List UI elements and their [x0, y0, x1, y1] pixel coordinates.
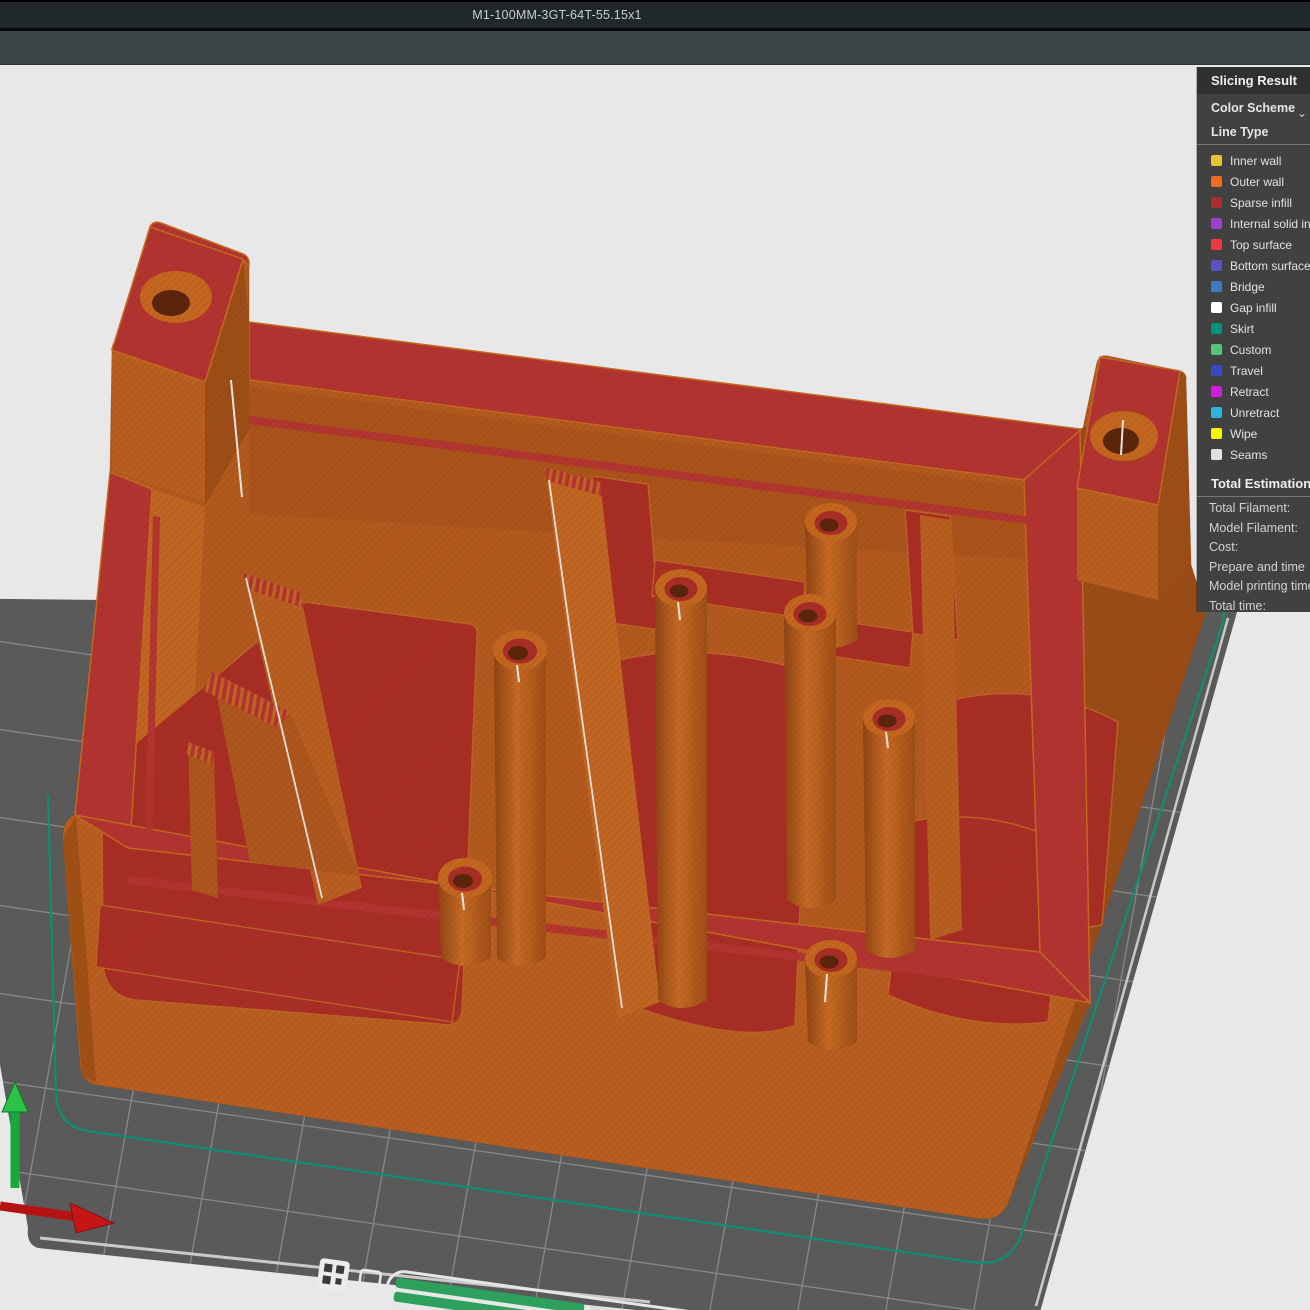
- legend-label: Top surface: [1230, 238, 1292, 252]
- legend-swatch-bridge: [1211, 281, 1222, 292]
- legend-row-internal-solid-infill: Internal solid infill: [1197, 213, 1310, 234]
- legend-label: Inner wall: [1230, 154, 1281, 168]
- slicer-app: { "window": { "title": "M1-100MM-3GT-64T…: [0, 0, 1310, 1310]
- estimation-row-total-filament-: Total Filament:: [1197, 499, 1310, 519]
- legend-swatch-bottom-surface: [1211, 260, 1222, 271]
- legend-swatch-retract: [1211, 386, 1222, 397]
- legend-row-gap-infill: Gap infill: [1197, 297, 1310, 318]
- legend-row-travel: Travel: [1197, 360, 1310, 381]
- legend-label: Skirt: [1230, 322, 1254, 336]
- sliced-model[interactable]: [63, 222, 1206, 1219]
- legend-label: Internal solid infill: [1230, 217, 1310, 231]
- legend-label: Outer wall: [1230, 175, 1284, 189]
- legend-row-skirt: Skirt: [1197, 318, 1310, 339]
- legend-swatch-inner-wall: [1211, 155, 1222, 166]
- window-title: M1-100MM-3GT-64T-55.15x1: [0, 2, 1114, 30]
- estimation-row-total-time-: Total time:: [1197, 597, 1310, 617]
- estimation-row-prepare-and-time: Prepare and time: [1197, 558, 1310, 578]
- legend-swatch-outer-wall: [1211, 176, 1222, 187]
- legend-row-bottom-surface: Bottom surface: [1197, 255, 1310, 276]
- line-type-label: Line Type: [1197, 120, 1310, 143]
- legend-label: Unretract: [1230, 406, 1279, 420]
- legend-row-seams: Seams: [1197, 444, 1310, 465]
- legend-label: Custom: [1230, 343, 1271, 357]
- legend-label: Gap infill: [1230, 301, 1277, 315]
- total-estimation-label: Total Estimation: [1197, 467, 1310, 495]
- legend-label: Sparse infill: [1230, 196, 1292, 210]
- legend-label: Wipe: [1230, 427, 1257, 441]
- legend-swatch-travel: [1211, 365, 1222, 376]
- title-bar: M1-100MM-3GT-64T-55.15x1: [0, 0, 1310, 28]
- color-scheme-dropdown[interactable]: Color Scheme ⌄: [1197, 94, 1310, 120]
- legend-row-inner-wall: Inner wall: [1197, 150, 1310, 171]
- legend-row-wipe: Wipe: [1197, 423, 1310, 444]
- plate-qr-icon: [316, 1258, 350, 1292]
- legend-row-outer-wall: Outer wall: [1197, 171, 1310, 192]
- legend-label: Seams: [1230, 448, 1267, 462]
- estimation-row-cost-: Cost:: [1197, 538, 1310, 558]
- legend-row-top-surface: Top surface: [1197, 234, 1310, 255]
- legend-label: Travel: [1230, 364, 1263, 378]
- legend-swatch-sparse-infill: [1211, 197, 1222, 208]
- legend-swatch-unretract: [1211, 407, 1222, 418]
- legend-row-sparse-infill: Sparse infill: [1197, 192, 1310, 213]
- legend-swatch-wipe: [1211, 428, 1222, 439]
- legend-swatch-top-surface: [1211, 239, 1222, 250]
- divider: [1197, 144, 1310, 145]
- scene-canvas: [0, 65, 1310, 1310]
- legend-swatch-gap-infill: [1211, 302, 1222, 313]
- estimation-list: Total Filament:Model Filament:Cost:Prepa…: [1197, 499, 1310, 616]
- divider: [1197, 496, 1310, 497]
- legend-row-retract: Retract: [1197, 381, 1310, 402]
- legend-row-custom: Custom: [1197, 339, 1310, 360]
- legend-swatch-seams: [1211, 449, 1222, 460]
- panel-title: Slicing Result: [1197, 67, 1310, 94]
- legend-swatch-skirt: [1211, 323, 1222, 334]
- legend-label: Retract: [1230, 385, 1269, 399]
- legend-row-unretract: Unretract: [1197, 402, 1310, 423]
- legend-row-bridge: Bridge: [1197, 276, 1310, 297]
- toolbar: [0, 31, 1310, 65]
- legend-swatch-custom: [1211, 344, 1222, 355]
- viewport-3d[interactable]: [0, 65, 1310, 1310]
- slicing-result-panel: Slicing Result Color Scheme ⌄ Line Type …: [1197, 67, 1310, 612]
- legend-swatch-internal-solid-infill: [1211, 218, 1222, 229]
- line-type-legend: Inner wall Outer wall Sparse infill Interna…: [1197, 147, 1310, 467]
- estimation-row-model-printing-time-: Model printing time:: [1197, 577, 1310, 597]
- legend-label: Bottom surface: [1230, 259, 1310, 273]
- estimation-row-model-filament-: Model Filament:: [1197, 519, 1310, 539]
- color-scheme-label: Color Scheme: [1211, 101, 1295, 115]
- legend-label: Bridge: [1230, 280, 1265, 294]
